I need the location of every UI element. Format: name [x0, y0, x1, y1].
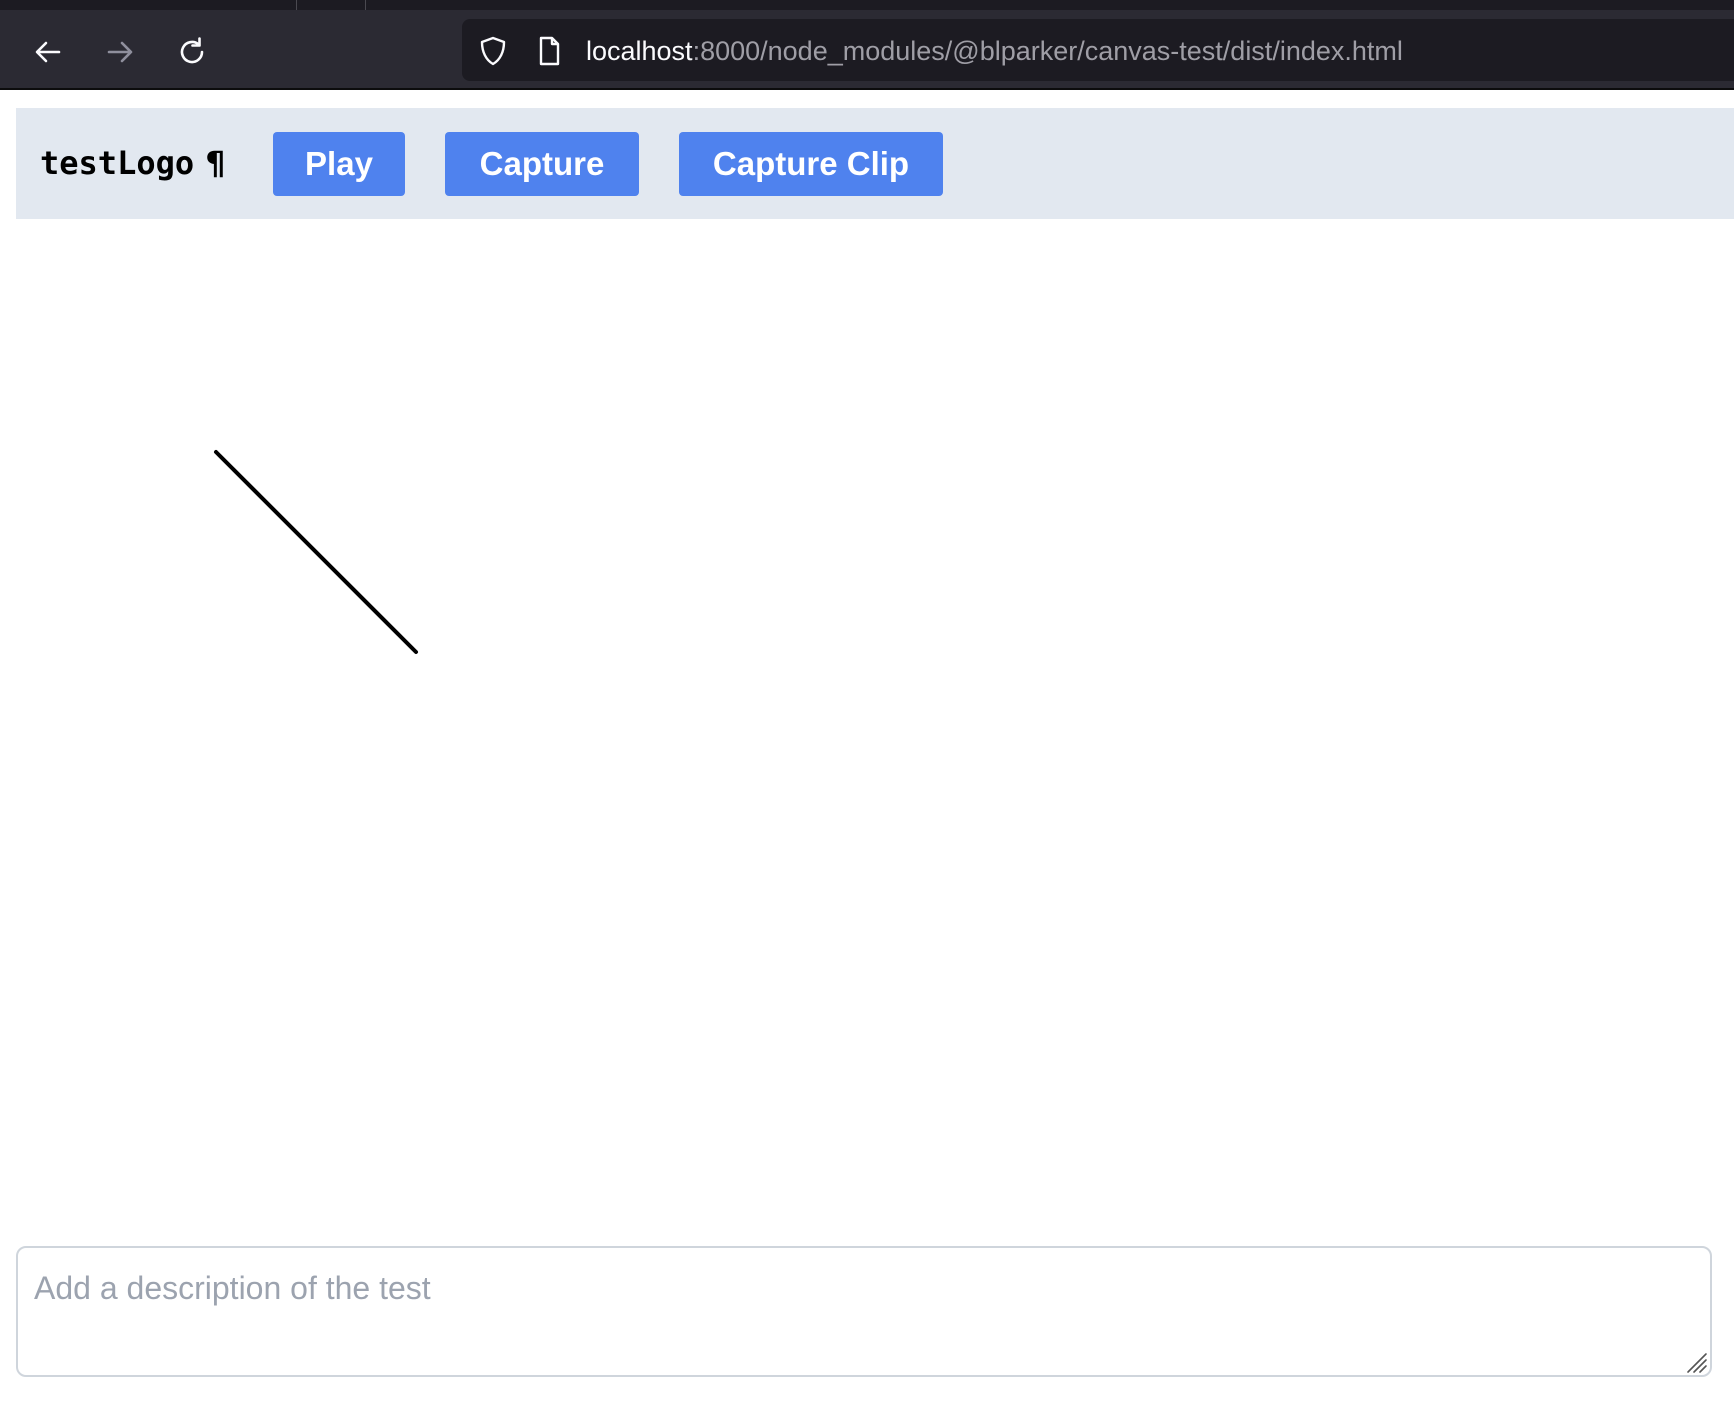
test-title: testLogo ¶ [40, 144, 225, 182]
url-text[interactable]: localhost:8000/node_modules/@blparker/ca… [586, 36, 1403, 66]
browser-toolbar: localhost:8000/node_modules/@blparker/ca… [0, 10, 1734, 90]
tab-divider [365, 0, 366, 10]
url-path: :8000/node_modules/@blparker/canvas-test… [692, 36, 1403, 66]
test-canvas[interactable] [16, 219, 1734, 1239]
reload-button[interactable] [170, 32, 214, 72]
canvas-drawing [214, 450, 418, 654]
reload-icon [180, 37, 204, 64]
capture-button[interactable]: Capture [445, 132, 639, 196]
browser-tab-strip [0, 0, 1734, 10]
address-bar[interactable]: localhost:8000/node_modules/@blparker/ca… [462, 19, 1734, 81]
shield-icon[interactable] [476, 34, 510, 68]
description-textarea[interactable] [16, 1246, 1712, 1377]
tab-divider [296, 0, 297, 10]
permalink-pilcrow[interactable]: ¶ [206, 144, 225, 182]
play-button[interactable]: Play [273, 132, 405, 196]
resize-handle-icon[interactable] [1682, 1348, 1708, 1374]
url-host: localhost [586, 36, 693, 66]
test-header: testLogo ¶ Play Capture Capture Clip [16, 108, 1734, 219]
forward-button[interactable] [98, 32, 142, 72]
test-name: testLogo [40, 144, 195, 182]
back-button[interactable] [26, 32, 70, 72]
drawn-line [214, 450, 418, 654]
capture-clip-button[interactable]: Capture Clip [679, 132, 943, 196]
forward-arrow-icon [107, 41, 133, 63]
page-icon[interactable] [532, 34, 566, 68]
back-arrow-icon [35, 41, 61, 63]
